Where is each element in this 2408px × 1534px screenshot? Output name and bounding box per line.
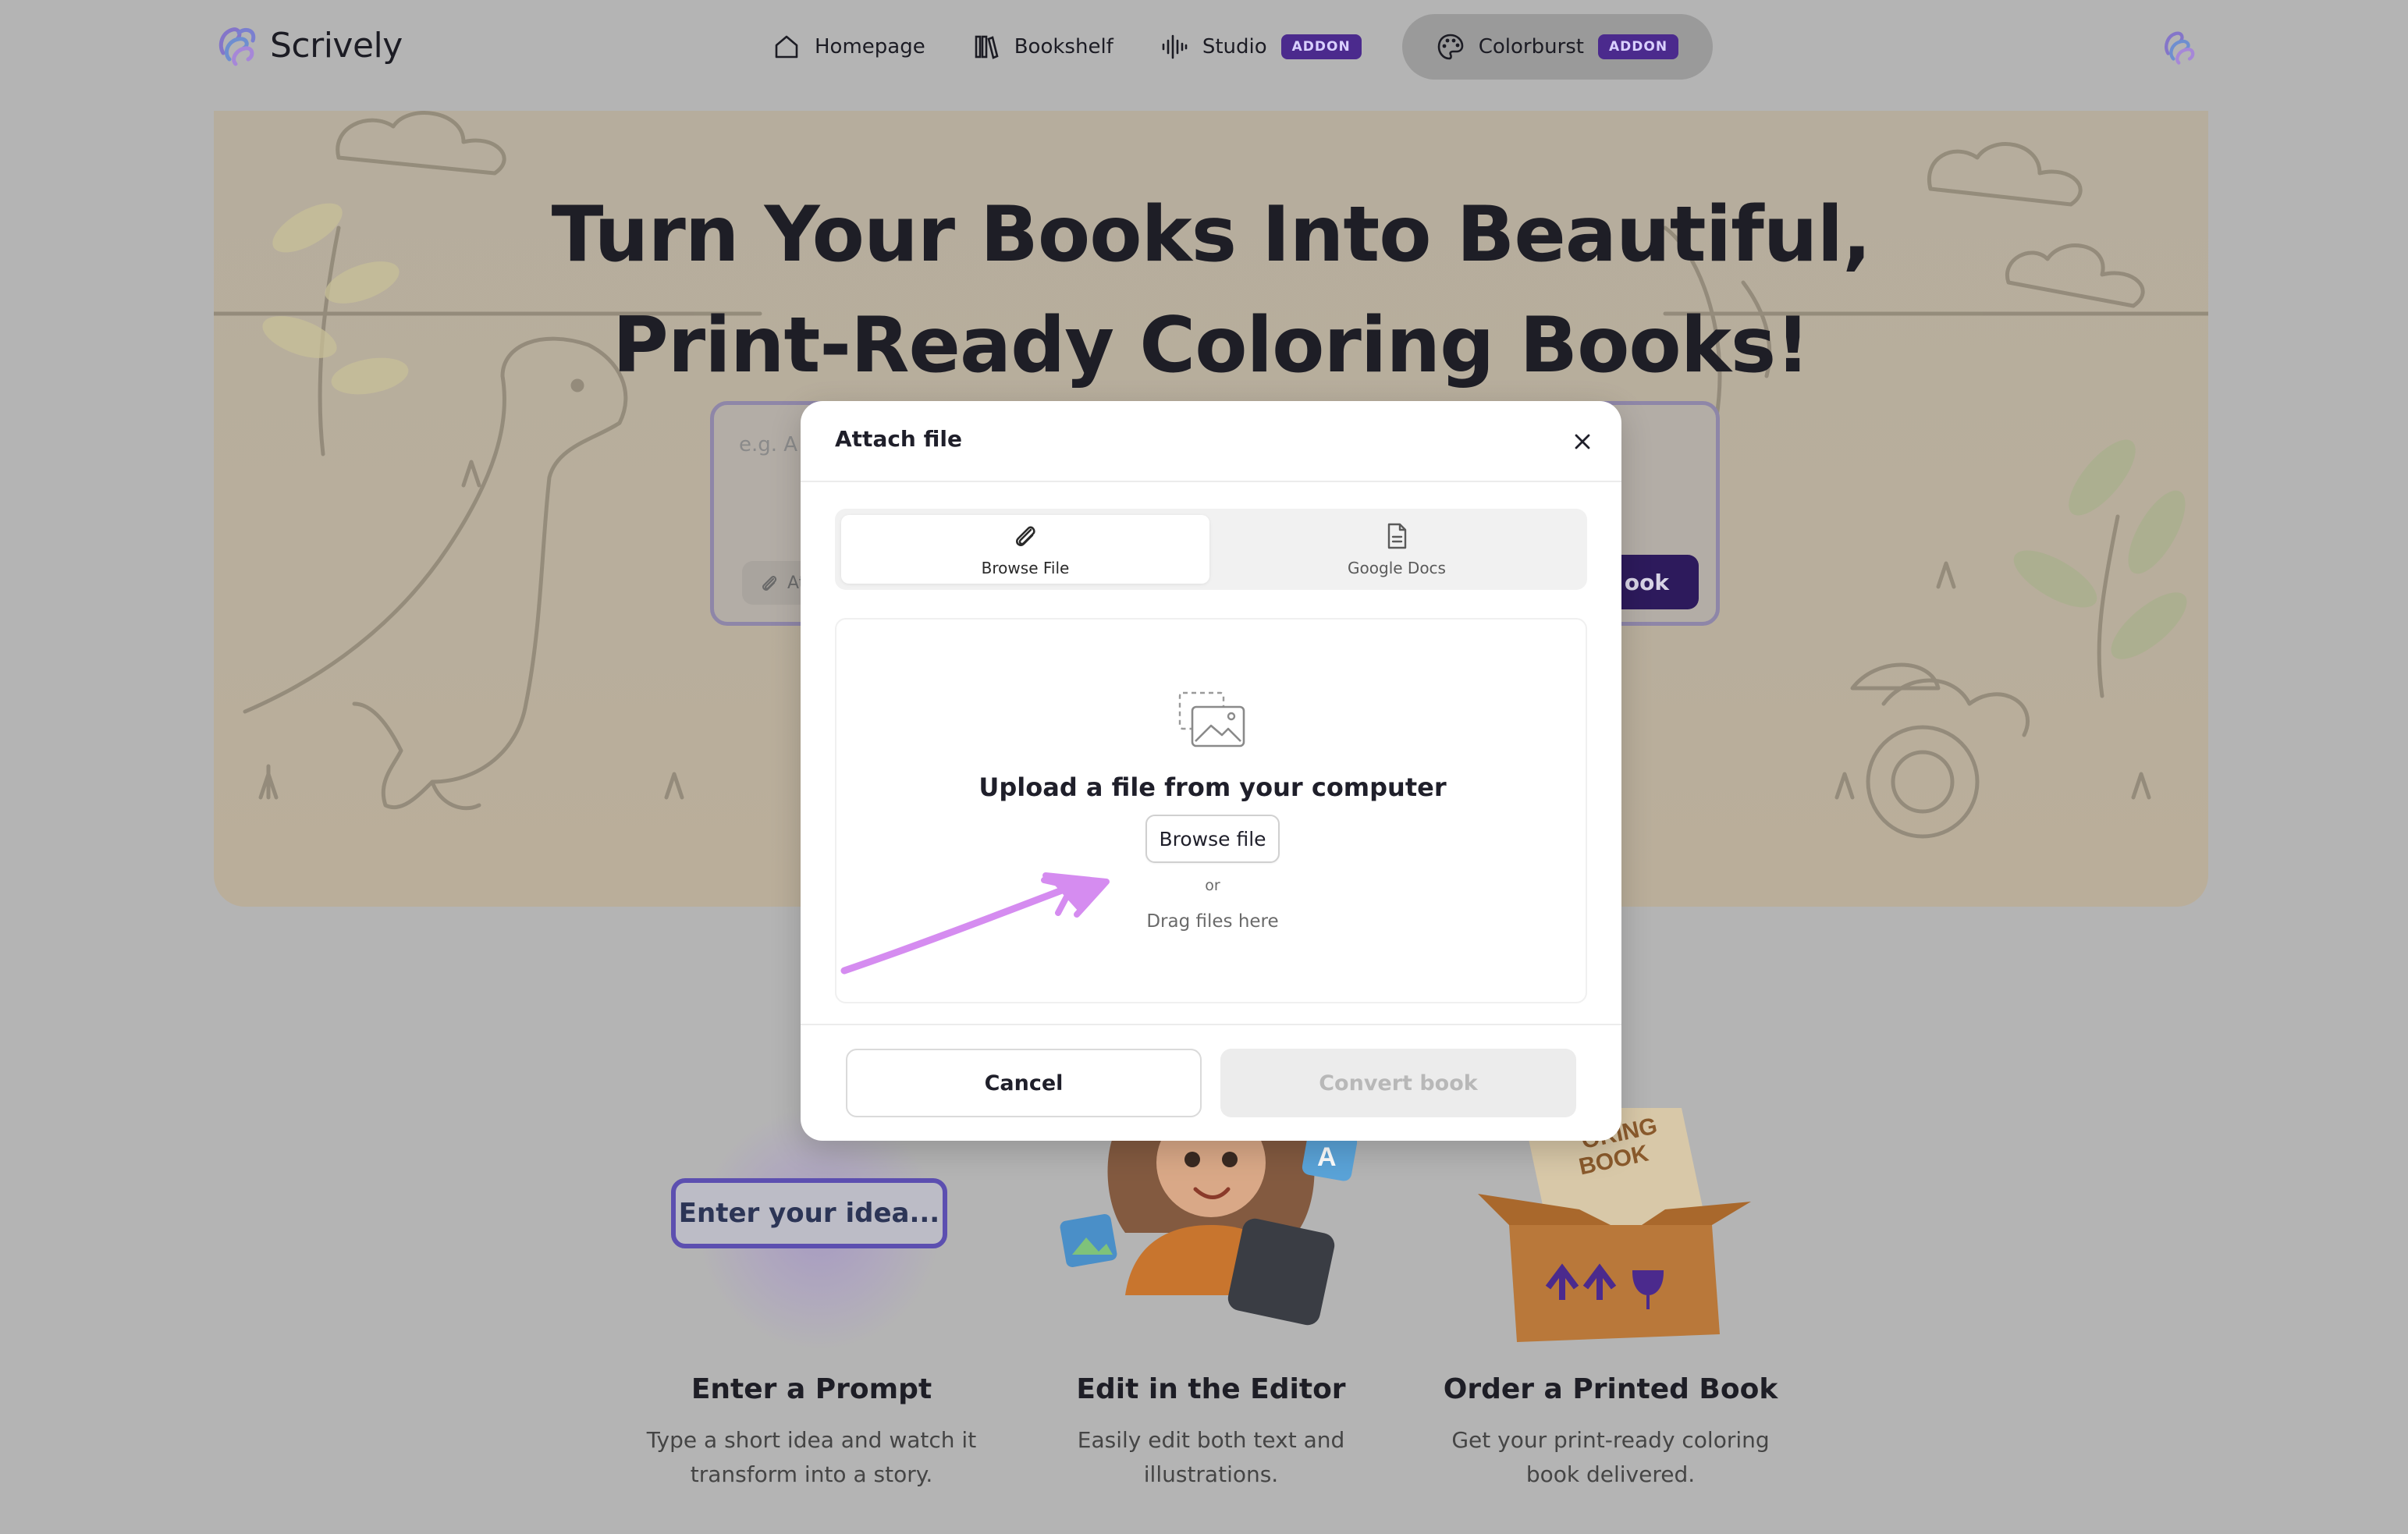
feature-title: Enter a Prompt <box>691 1373 932 1405</box>
image-upload-icon <box>1178 691 1245 747</box>
feature-title: Edit in the Editor <box>1076 1373 1346 1405</box>
convert-book-button[interactable]: Convert book <box>1220 1049 1576 1117</box>
user-account-icon[interactable] <box>2161 27 2199 67</box>
browse-file-button[interactable]: Browse file <box>1145 815 1280 863</box>
book-box-illustration: ORING BOOK <box>1478 1108 1751 1342</box>
tab-label: Google Docs <box>1348 559 1446 577</box>
main-nav: Homepage Bookshelf Studio ADDON Colorbur… <box>749 14 1714 80</box>
modal-footer-divider <box>801 1024 1621 1025</box>
nav-label-studio: Studio <box>1202 35 1267 59</box>
bookshelf-icon <box>975 35 999 59</box>
addon-badge: ADDON <box>1598 34 1679 59</box>
source-tabs: Browse File Google Docs <box>835 509 1587 590</box>
svg-text:A: A <box>1317 1142 1337 1172</box>
hero-title-line-2: Print-Ready Coloring Books! <box>613 301 1810 390</box>
upload-heading: Upload a file from your computer <box>978 772 1447 802</box>
paperclip-icon <box>762 576 777 591</box>
feature-description-line: Easily edit both text and <box>1077 1427 1345 1453</box>
feature-description: Easily edit both text and illustrations. <box>1008 1423 1414 1492</box>
paperclip-icon <box>1016 526 1035 546</box>
hero-title: Turn Your Books Into Beautiful, Print-Re… <box>214 179 2208 401</box>
attach-file-modal: Attach file Browse File Google Docs Uplo… <box>801 401 1621 1141</box>
close-button[interactable] <box>1565 424 1600 459</box>
brand-name: Scrively <box>270 25 403 66</box>
document-icon <box>1387 523 1407 549</box>
feature-description-line: illustrations. <box>1143 1461 1279 1487</box>
close-icon <box>1575 434 1590 449</box>
feature-description-line: Type a short idea and watch it <box>646 1427 977 1453</box>
home-icon <box>775 35 798 59</box>
nav-item-studio[interactable]: Studio ADDON <box>1137 14 1385 80</box>
feature-description: Type a short idea and watch it transform… <box>609 1423 1014 1492</box>
addon-badge: ADDON <box>1280 34 1362 59</box>
feature-title: Order a Printed Book <box>1443 1373 1778 1405</box>
brand-logo[interactable]: Scrively <box>215 22 403 69</box>
audio-waveform-icon <box>1162 34 1188 59</box>
feature-description-line: transform into a story. <box>690 1461 933 1487</box>
girl-with-tablet-illustration: A <box>1060 1108 1358 1326</box>
feature-description-line: book delivered. <box>1525 1461 1696 1487</box>
tab-google-docs[interactable]: Google Docs <box>1213 515 1581 584</box>
top-navigation-bar: Scrively Homepage Bookshelf Studio ADDON… <box>0 0 2408 94</box>
create-book-label: ook <box>1624 569 1669 595</box>
nav-label-bookshelf: Bookshelf <box>1014 35 1113 59</box>
nav-label-homepage: Homepage <box>815 35 925 59</box>
cancel-button[interactable]: Cancel <box>846 1049 1202 1117</box>
nav-item-bookshelf[interactable]: Bookshelf <box>949 14 1137 80</box>
scrively-logo-icon <box>218 27 256 66</box>
tab-label: Browse File <box>981 559 1070 577</box>
feature-description: Get your print-ready coloring book deliv… <box>1408 1423 1813 1492</box>
modal-header: Attach file <box>801 401 1621 482</box>
annotation-arrow-icon <box>840 872 1110 975</box>
tab-browse-file[interactable]: Browse File <box>841 515 1209 584</box>
nav-item-colorburst[interactable]: Colorburst ADDON <box>1401 14 1714 80</box>
nav-item-homepage[interactable]: Homepage <box>749 14 949 80</box>
palette-icon <box>1437 34 1464 60</box>
nav-label-colorburst: Colorburst <box>1478 35 1584 59</box>
feature-description-line: Get your print-ready coloring <box>1451 1427 1770 1453</box>
hero-title-line-1: Turn Your Books Into Beautiful, <box>551 190 1872 279</box>
idea-input-illustration: Enter your idea... <box>671 1178 947 1248</box>
prompt-illustration: Enter your idea... <box>609 1108 1014 1350</box>
modal-title: Attach file <box>835 426 962 452</box>
